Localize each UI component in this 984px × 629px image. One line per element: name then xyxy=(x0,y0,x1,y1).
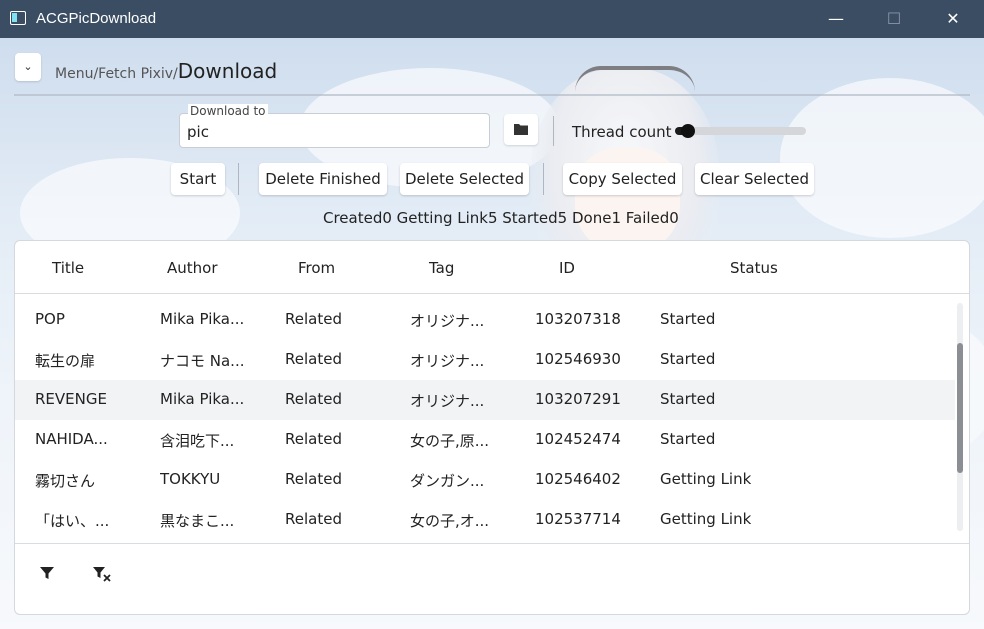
cell-id: 102537714 xyxy=(535,510,621,528)
thread-count-label: Thread count xyxy=(572,123,672,141)
separator xyxy=(543,163,544,195)
cell-from: Related xyxy=(285,390,342,408)
cell-id: 102452474 xyxy=(535,430,621,448)
table-row[interactable]: 霧切さん TOKKYU Related ダンガン... 102546402 Ge… xyxy=(15,460,955,500)
table-row[interactable]: 転生の扉 ナコモ Na... Related オリジナ... 102546930… xyxy=(15,340,955,380)
column-header-status[interactable]: Status xyxy=(730,259,778,277)
table-scrollbar-thumb[interactable] xyxy=(957,343,963,473)
column-header-id[interactable]: ID xyxy=(559,259,575,277)
copy-selected-button[interactable]: Copy Selected xyxy=(563,163,682,195)
chevron-down-icon: ⌄ xyxy=(23,60,33,73)
minimize-button[interactable]: — xyxy=(813,0,859,38)
nav-toggle-button[interactable]: ⌄ xyxy=(15,53,41,81)
column-header-tag[interactable]: Tag xyxy=(429,259,454,277)
cell-tag: 女の子,原... xyxy=(410,432,490,450)
cell-title: 「はい、... xyxy=(35,512,110,530)
cell-author: 黒なまこ... xyxy=(160,512,235,530)
table-row[interactable]: REVENGE Mika Pika... Related オリジナ... 103… xyxy=(15,380,955,420)
column-header-author[interactable]: Author xyxy=(167,259,218,277)
header-divider xyxy=(14,94,970,96)
app-icon xyxy=(10,11,26,25)
cell-author: TOKKYU xyxy=(160,470,221,488)
cell-from: Related xyxy=(285,510,342,528)
maximize-button[interactable]: ☐ xyxy=(871,0,917,38)
cell-status: Getting Link xyxy=(660,510,752,528)
filter-icon[interactable] xyxy=(39,565,59,585)
start-button[interactable]: Start xyxy=(171,163,225,195)
cell-status: Getting Link xyxy=(660,470,752,488)
cell-status: Started xyxy=(660,390,716,408)
cell-author: Mika Pika... xyxy=(160,390,245,408)
breadcrumb-path[interactable]: Menu/Fetch Pixiv/ xyxy=(55,66,178,82)
cell-status: Started xyxy=(660,430,716,448)
clear-selected-button[interactable]: Clear Selected xyxy=(695,163,814,195)
cell-title: 転生の扉 xyxy=(35,352,96,370)
header-divider xyxy=(15,293,969,294)
table-row[interactable]: NAHIDA... 含泪吃下... Related 女の子,原... 10245… xyxy=(15,420,955,460)
cell-author: 含泪吃下... xyxy=(160,432,235,450)
cell-tag: オリジナ... xyxy=(410,312,485,330)
cell-title: 霧切さん xyxy=(35,472,96,490)
cell-status: Started xyxy=(660,350,716,368)
cell-tag: オリジナ... xyxy=(410,392,485,410)
delete-selected-button[interactable]: Delete Selected xyxy=(400,163,529,195)
close-button[interactable]: ✕ xyxy=(930,0,976,38)
cell-from: Related xyxy=(285,470,342,488)
cell-tag: 女の子,オ... xyxy=(410,512,490,530)
breadcrumb: Menu/Fetch Pixiv/Download xyxy=(55,59,277,83)
separator xyxy=(553,116,554,146)
cell-status: Started xyxy=(660,310,716,328)
cell-from: Related xyxy=(285,430,342,448)
download-path-value[interactable]: pic xyxy=(187,123,209,141)
browse-folder-button[interactable] xyxy=(504,114,538,145)
cell-id: 103207291 xyxy=(535,390,621,408)
delete-finished-button[interactable]: Delete Finished xyxy=(259,163,387,195)
download-path-label: Download to xyxy=(188,104,268,118)
folder-icon xyxy=(514,124,528,135)
cell-title: NAHIDA... xyxy=(35,430,108,448)
cell-id: 103207318 xyxy=(535,310,621,328)
download-path-input[interactable] xyxy=(179,113,490,148)
download-table: Title Author From Tag ID Status POP Mika… xyxy=(14,240,970,615)
status-summary: Created0 Getting Link5 Started5 Done1 Fa… xyxy=(323,209,679,227)
cell-tag: オリジナ... xyxy=(410,352,485,370)
cell-tag: ダンガン... xyxy=(410,472,485,490)
cell-author: Mika Pika... xyxy=(160,310,245,328)
cell-from: Related xyxy=(285,310,342,328)
cell-id: 102546930 xyxy=(535,350,621,368)
window-title: ACGPicDownload xyxy=(36,10,157,27)
column-header-from[interactable]: From xyxy=(298,259,335,277)
title-bar: ACGPicDownload — ☐ ✕ xyxy=(0,0,984,38)
table-row[interactable]: POP Mika Pika... Related オリジナ... 1032073… xyxy=(15,300,955,340)
cell-title: POP xyxy=(35,310,65,328)
separator xyxy=(238,163,239,195)
cell-author: ナコモ Na... xyxy=(160,352,245,370)
footer-divider xyxy=(15,543,969,544)
clear-filter-icon[interactable] xyxy=(92,565,112,585)
cell-from: Related xyxy=(285,350,342,368)
thread-count-slider-thumb[interactable] xyxy=(681,124,696,138)
column-header-title[interactable]: Title xyxy=(52,259,84,277)
cell-id: 102546402 xyxy=(535,470,621,488)
page-title: Download xyxy=(177,59,278,83)
table-row[interactable]: 「はい、... 黒なまこ... Related 女の子,オ... 1025377… xyxy=(15,500,955,540)
cell-title: REVENGE xyxy=(35,390,107,408)
